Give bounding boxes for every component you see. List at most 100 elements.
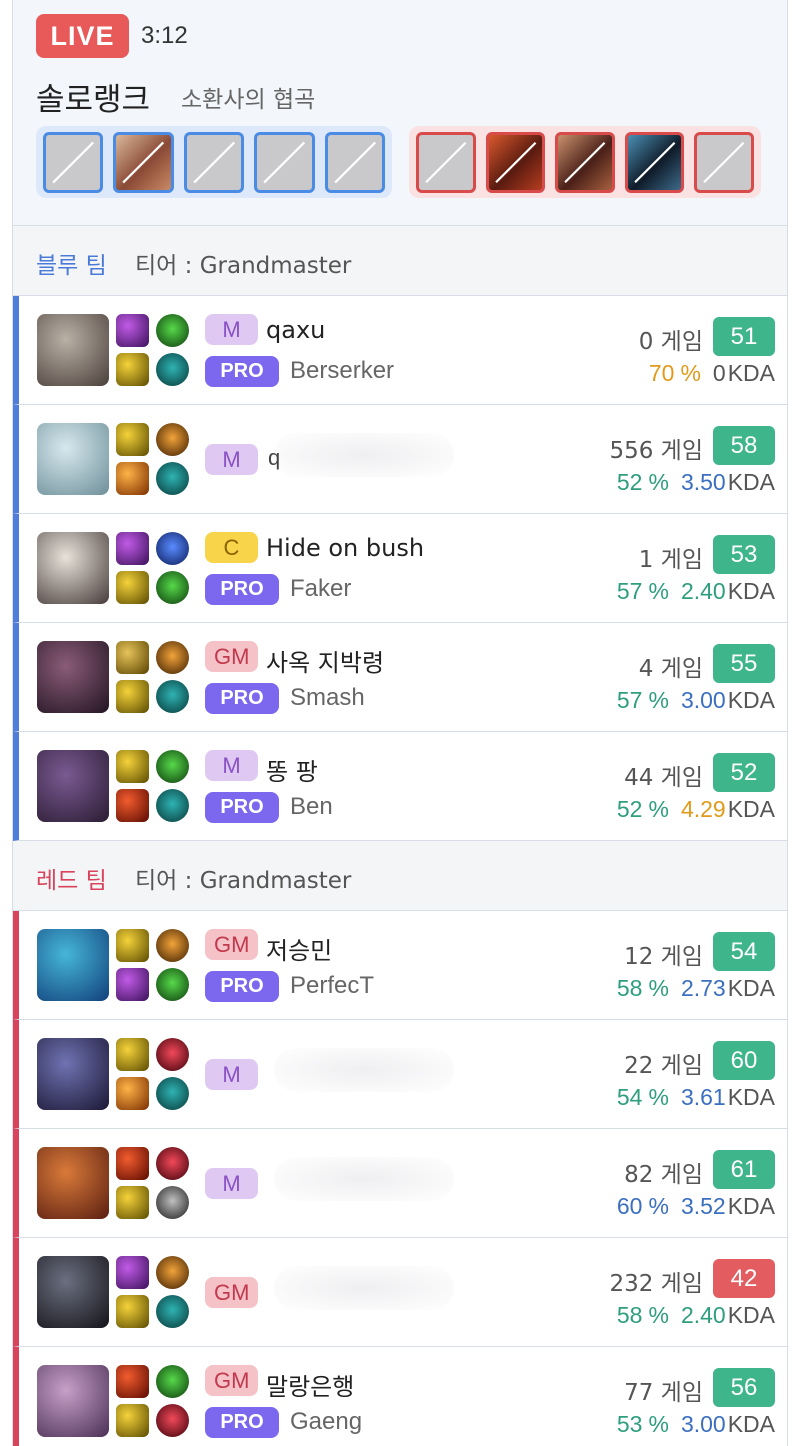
percent-sign: % [648,469,669,495]
champion-portrait [37,1365,109,1437]
player-row[interactable]: M 82 게임 61 60% 3.52KDA [13,1129,787,1238]
kda-label: KDA [727,469,775,495]
red-ban-slot-2 [485,131,546,193]
summoner-spell-icon [116,314,149,347]
champion-portrait [37,314,109,386]
champion-portrait [37,1147,109,1219]
pro-player-name: Ben [290,793,333,820]
live-game-panel: LIVE 3:12 솔로랭크 소환사의 협곡 블루 팀 티어 : Grandmas… [12,0,788,1446]
secondary-rune-icon [156,1077,189,1110]
win-rate: 57 [616,687,643,713]
keystone-rune-icon [156,314,189,347]
player-row[interactable]: C Hide on bush PRO Faker 1 게임 53 57% 2.40KDA [13,514,787,623]
ban-slash-icon [564,141,606,183]
summoner-spell-icon [116,353,149,386]
stats-line: 58% 2.40KDA [617,1302,775,1329]
red-team-header: 레드 팀 티어 : Grandmaster [13,841,787,911]
blue-ban-slot-3 [183,131,245,193]
keystone-rune-icon [156,1038,189,1071]
summoner-spell-icon [116,532,149,565]
summoner-spell-icon [116,968,149,1001]
secondary-rune-icon [156,680,189,713]
champion-level-badge: 42 [713,1259,775,1298]
kda-label: KDA [727,1411,775,1437]
summoner-name[interactable]: 똥 팡 [266,752,318,787]
blue-bans [36,126,392,198]
champion-level-badge: 51 [713,317,775,356]
live-badge: LIVE [36,14,129,58]
player-row[interactable]: GM 저승민 PRO PerfecT 12 게임 54 58% 2.73KDA [13,911,787,1020]
kda-value: 3.50 [680,469,726,495]
secondary-rune-icon [156,1186,189,1219]
stats-line: 58% 2.73KDA [617,975,775,1002]
champion-portrait [37,929,109,1001]
games-played: 44 게임 [624,765,703,791]
summoner-spell-icon [116,1186,149,1219]
summoner-spell-icon [116,571,149,604]
win-rate: 58 [616,975,643,1001]
keystone-rune-icon [156,929,189,962]
map-name: 소환사의 협곡 [181,87,316,113]
red-ban-slot-3 [555,131,615,193]
secondary-rune-icon [156,571,189,604]
summoner-spell-icon [116,750,149,783]
secondary-rune-icon [156,789,189,822]
player-row[interactable]: M 똥 팡 PRO Ben 44 게임 52 52% 4.29KDA [13,732,787,841]
summoner-name[interactable]: 사옥 지박령 [266,643,384,678]
player-row[interactable]: Mqaxu PRO Berserker 0 게임 51 70% 0KDA [13,296,787,405]
games-played: 77 게임 [624,1380,703,1406]
tier-badge: M [205,1059,258,1090]
player-row[interactable]: GM 232 게임 42 58% 2.40KDA [13,1238,787,1347]
tier-badge: M [205,750,258,781]
ban-slash-icon [122,141,165,183]
summoner-name[interactable]: 저승민 [266,931,332,966]
pro-player-name: Smash [290,684,365,711]
summoner-spell-icon [116,1147,149,1180]
percent-sign: % [648,796,669,822]
games-played: 82 게임 [624,1162,703,1188]
kda-value: 2.40 [680,1302,726,1328]
secondary-rune-icon [156,1404,189,1437]
kda-label: KDA [727,1302,775,1328]
ban-slash-icon [193,141,235,183]
champion-portrait [37,750,109,822]
summoner-spell-icon [116,680,149,713]
champion-level-badge: 55 [713,644,775,683]
player-row[interactable]: GM 말랑은행 PRO Gaeng 77 게임 56 53% 3.00KDA [13,1347,787,1446]
champion-portrait [37,641,109,713]
champion-level-badge: 54 [713,932,775,971]
keystone-rune-icon [156,423,189,456]
summoner-name[interactable]: 말랑은행 [266,1367,354,1402]
ban-slash-icon [494,141,536,183]
summoner-name[interactable]: Hide on bush [266,534,424,562]
pro-badge: PRO [205,683,279,714]
tier-badge: GM [205,1365,259,1396]
pro-player-name: PerfecT [290,972,375,999]
summoner-spell-icon [116,641,149,674]
summoner-name[interactable]: qaxu [266,316,325,344]
summoner-name[interactable]: q [268,445,280,471]
player-row[interactable]: GM 사옥 지박령 PRO Smash 4 게임 55 57% 3.00KDA [13,623,787,732]
ban-slash-icon [634,141,676,183]
win-rate: 53 [616,1411,643,1437]
team-name: 블루 팀 [36,253,107,279]
win-rate: 57 [616,578,643,604]
game-timer: 3:12 [141,22,188,49]
summoner-spell-icon [116,929,149,962]
keystone-rune-icon [156,1365,189,1398]
stats-line: 52% 3.50KDA [617,469,775,496]
player-row[interactable]: Mq 556 게임 58 52% 3.50KDA [13,405,787,514]
redacted-name-blur [274,1157,454,1201]
champion-level-badge: 52 [713,753,775,792]
red-ban-slot-5 [694,131,754,193]
kda-value: 2.40 [680,578,726,604]
summoner-spell-icon [116,423,149,456]
kda-label: KDA [727,975,775,1001]
redacted-name-blur [274,433,454,477]
red-ban-slot-1 [416,131,476,193]
secondary-rune-icon [156,353,189,386]
team-name: 레드 팀 [36,868,107,894]
player-row[interactable]: M 22 게임 60 54% 3.61KDA [13,1020,787,1129]
percent-sign: % [648,1302,669,1328]
percent-sign: % [648,578,669,604]
